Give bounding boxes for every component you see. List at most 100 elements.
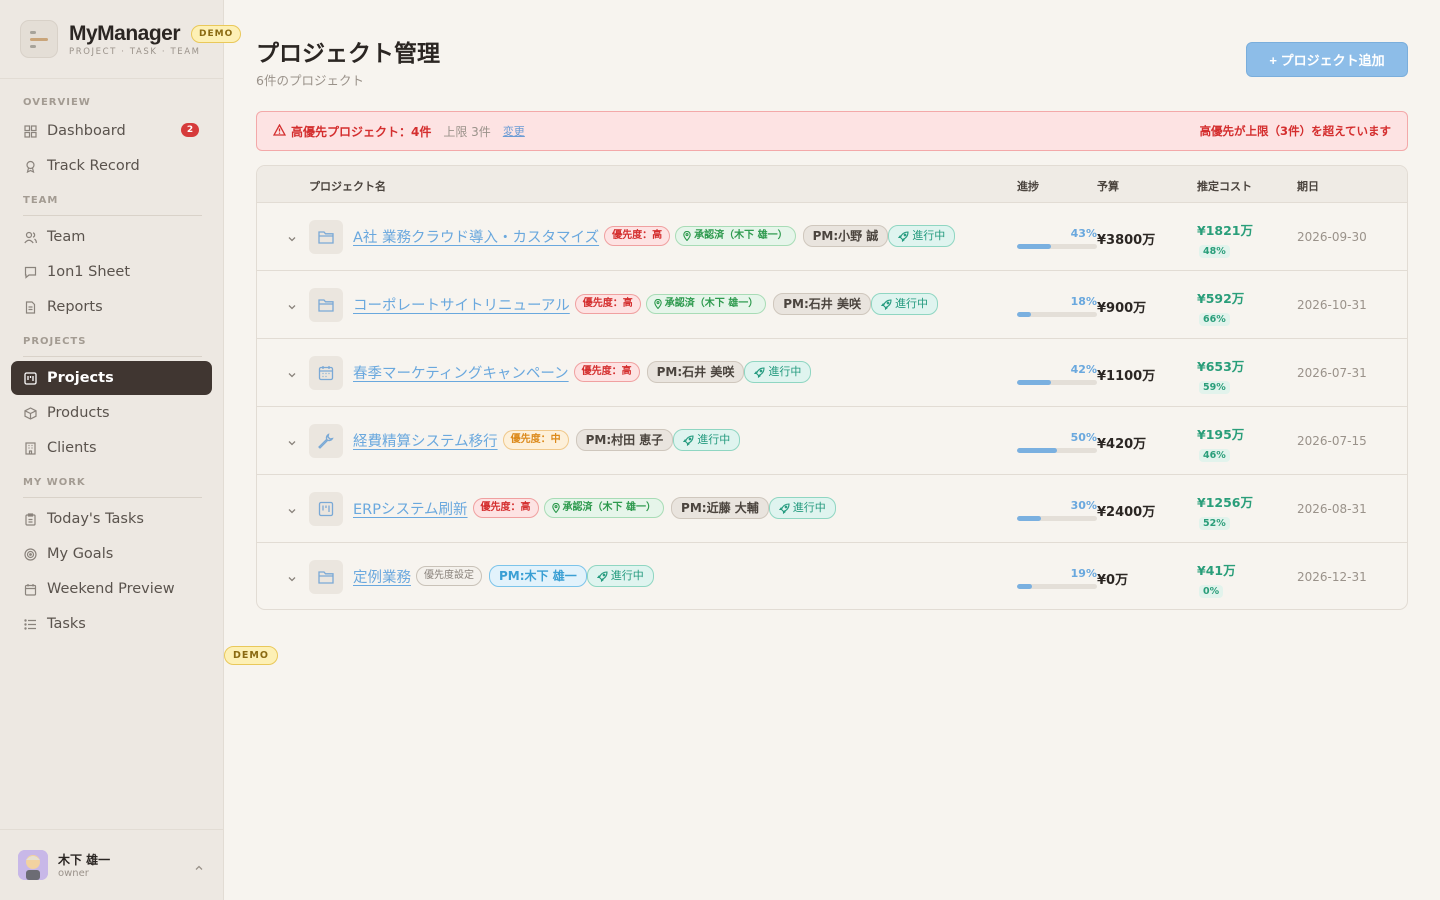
- approval-text: 承認済（木下 雄一）: [664, 298, 759, 309]
- project-name-link[interactable]: 春季マーケティングキャンペーン: [353, 362, 569, 383]
- table-row[interactable]: 春季マーケティングキャンペーン 優先度：高 PM:石井 美咲 進行中 42% ¥1100万…: [257, 339, 1407, 407]
- sidebar-item-weekend-preview[interactable]: Weekend Preview: [11, 572, 212, 606]
- project-name-line: A社 業務クラウド導入・カスタマイズ 優先度：高 承認済（木下 雄一） PM:小野 誠…: [353, 225, 956, 247]
- priority-badge[interactable]: 優先度設定: [416, 566, 482, 586]
- brand[interactable]: MyManager PROJECT · TASK · TEAM DEMO: [0, 0, 242, 79]
- demo-badge-floating: DEMO: [224, 646, 278, 665]
- cost-value: ¥41万: [1197, 563, 1236, 578]
- alert-limit: 上限 3件: [443, 124, 491, 139]
- table-row[interactable]: 経費精算システム移行 優先度：中 PM:村田 恵子 進行中 50% ¥420万 ¥195万 4…: [257, 407, 1407, 475]
- chevron-up-icon[interactable]: [194, 858, 204, 877]
- rocket-icon: [898, 230, 909, 242]
- progress-bar: [1017, 516, 1097, 521]
- header-budget[interactable]: 予算: [1097, 178, 1119, 194]
- cost-value: ¥1821万: [1197, 223, 1253, 238]
- table-row[interactable]: コーポレートサイトリニューアル 優先度：高 承認済（木下 雄一） PM:石井 美咲 進行…: [257, 271, 1407, 339]
- chevron-down-icon[interactable]: [287, 229, 297, 248]
- due-date: 2026-07-31: [1297, 366, 1367, 380]
- sidebar-item-clients[interactable]: Clients: [11, 431, 212, 465]
- chevron-down-icon[interactable]: [287, 569, 297, 588]
- priority-badge[interactable]: 優先度：高: [573, 362, 640, 382]
- sidebar-item-label: Dashboard: [47, 123, 126, 139]
- project-name-link[interactable]: コーポレートサイトリニューアル: [353, 294, 570, 315]
- estimated-cost: ¥592万 66%: [1197, 288, 1244, 326]
- sidebar-item-track-record[interactable]: Track Record: [11, 149, 212, 183]
- progress-percent: 50%: [1070, 431, 1097, 444]
- status-text: 進行中: [894, 297, 928, 310]
- project-name-link[interactable]: 経費精算システム移行: [353, 430, 498, 451]
- table-row[interactable]: A社 業務クラウド導入・カスタマイズ 優先度：高 承認済（木下 雄一） PM:小野 誠…: [257, 203, 1407, 271]
- building-icon: [24, 441, 37, 455]
- kanban-icon: [24, 371, 37, 385]
- progress-fill: [1017, 448, 1057, 453]
- users-icon: [24, 231, 37, 244]
- location-pin-icon: [551, 503, 560, 513]
- progress-bar: [1017, 312, 1097, 317]
- change-limit-link[interactable]: 変更: [503, 123, 525, 139]
- rocket-icon: [754, 366, 765, 378]
- target-icon: [24, 547, 37, 561]
- header-due[interactable]: 期日: [1297, 178, 1319, 194]
- pm-badge[interactable]: PM:村田 恵子: [575, 429, 674, 451]
- sidebar-item-my-goals[interactable]: My Goals: [11, 537, 212, 571]
- sidebar-item-tasks[interactable]: Tasks: [11, 607, 212, 641]
- header-cost[interactable]: 推定コスト: [1197, 178, 1252, 194]
- chevron-down-icon[interactable]: [287, 365, 297, 384]
- pm-badge[interactable]: PM:石井 美咲: [773, 293, 871, 315]
- table-row[interactable]: ERPシステム刷新 優先度：高 承認済（木下 雄一） PM:近藤 大輔 進行中 30% ¥2…: [257, 475, 1407, 543]
- approval-text: 承認済（木下 雄一）: [694, 230, 788, 241]
- project-name-line: 定例業務 優先度設定 PM:木下 雄一 進行中: [353, 565, 654, 587]
- pm-badge[interactable]: PM:石井 美咲: [646, 361, 745, 383]
- pm-badge[interactable]: PM:近藤 大輔: [671, 497, 769, 519]
- cost-percent-badge: 66%: [1199, 313, 1230, 326]
- header-progress[interactable]: 進捗: [1017, 178, 1039, 194]
- budget-value: ¥900万: [1097, 301, 1147, 316]
- pm-badge[interactable]: PM:木下 雄一: [489, 565, 587, 587]
- progress-percent: 30%: [1070, 499, 1097, 512]
- sidebar-item-team[interactable]: Team: [11, 220, 212, 254]
- sidebar-item-label: Weekend Preview: [47, 581, 175, 597]
- project-name-link[interactable]: A社 業務クラウド導入・カスタマイズ: [353, 226, 599, 247]
- table-row[interactable]: 定例業務 優先度設定 PM:木下 雄一 進行中 19% ¥0万 ¥41万 0% 2026-12-…: [257, 543, 1407, 609]
- status-badge: 進行中: [586, 565, 654, 587]
- due-date: 2026-12-31: [1297, 570, 1367, 584]
- priority-badge[interactable]: 優先度：高: [574, 294, 641, 314]
- header-name[interactable]: プロジェクト名: [309, 178, 386, 194]
- sidebar-item-1on1-sheet[interactable]: 1on1 Sheet: [11, 255, 212, 289]
- priority-badge[interactable]: 優先度：高: [604, 226, 671, 246]
- sidebar-item-reports[interactable]: Reports: [11, 290, 212, 324]
- table-header: プロジェクト名 進捗 予算 推定コスト 期日: [257, 166, 1407, 203]
- sidebar-item-label: My Goals: [47, 546, 114, 562]
- budget-value: ¥3800万: [1097, 233, 1156, 248]
- approval-badge: 承認済（木下 雄一）: [645, 294, 767, 314]
- add-project-button[interactable]: + プロジェクト追加: [1246, 42, 1408, 77]
- chevron-down-icon[interactable]: [287, 501, 297, 520]
- user-menu[interactable]: 木下 雄一 owner: [0, 829, 224, 900]
- list-icon: [24, 618, 37, 631]
- priority-badge[interactable]: 優先度：中: [502, 430, 569, 450]
- project-name-line: ERPシステム刷新 優先度：高 承認済（木下 雄一） PM:近藤 大輔 進行中: [353, 497, 836, 519]
- status-badge: 進行中: [768, 497, 836, 519]
- calendar-icon: [24, 583, 37, 596]
- sidebar-item-projects[interactable]: Projects: [11, 361, 212, 395]
- pm-badge[interactable]: PM:小野 誠: [802, 225, 889, 247]
- calendar-icon: [309, 356, 343, 390]
- project-count: 6件のプロジェクト: [256, 73, 364, 88]
- page-title: プロジェクト管理: [256, 41, 440, 67]
- chevron-down-icon[interactable]: [287, 433, 297, 452]
- priority-badge[interactable]: 優先度：高: [472, 498, 539, 518]
- sidebar-item-products[interactable]: Products: [11, 396, 212, 430]
- table-body: A社 業務クラウド導入・カスタマイズ 優先度：高 承認済（木下 雄一） PM:小野 誠…: [257, 203, 1407, 609]
- progress-fill: [1017, 244, 1052, 249]
- project-name-link[interactable]: 定例業務: [353, 566, 411, 587]
- sidebar-item-dashboard[interactable]: Dashboard 2: [11, 114, 212, 148]
- user-role: owner: [58, 868, 89, 879]
- progress-fill: [1017, 516, 1041, 521]
- project-name-link[interactable]: ERPシステム刷新: [353, 498, 468, 519]
- sidebar-item-today-s-tasks[interactable]: Today's Tasks: [11, 502, 212, 536]
- status-badge: 進行中: [870, 293, 938, 315]
- status-badge: 進行中: [888, 225, 956, 247]
- chevron-down-icon[interactable]: [287, 297, 297, 316]
- cost-value: ¥195万: [1197, 427, 1245, 442]
- projects-table: プロジェクト名 進捗 予算 推定コスト 期日 A社 業務クラウド導入・カスタマイ…: [256, 165, 1408, 610]
